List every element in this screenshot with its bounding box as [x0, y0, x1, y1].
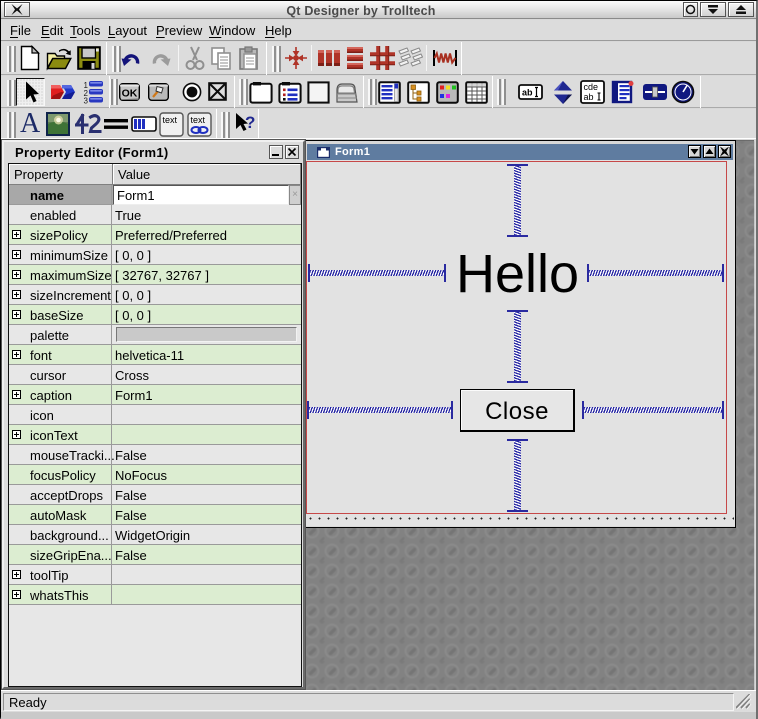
- svg-text:text: text: [163, 115, 178, 125]
- svg-text:OK: OK: [122, 88, 138, 100]
- svg-text:A: A: [20, 111, 41, 136]
- svg-text:3: 3: [84, 97, 89, 105]
- svg-text:cde: cde: [584, 82, 599, 92]
- svg-text:ab: ab: [584, 92, 594, 102]
- svg-text:ab: ab: [522, 88, 533, 98]
- svg-text:?: ?: [245, 113, 255, 132]
- svg-text:text: text: [191, 115, 206, 125]
